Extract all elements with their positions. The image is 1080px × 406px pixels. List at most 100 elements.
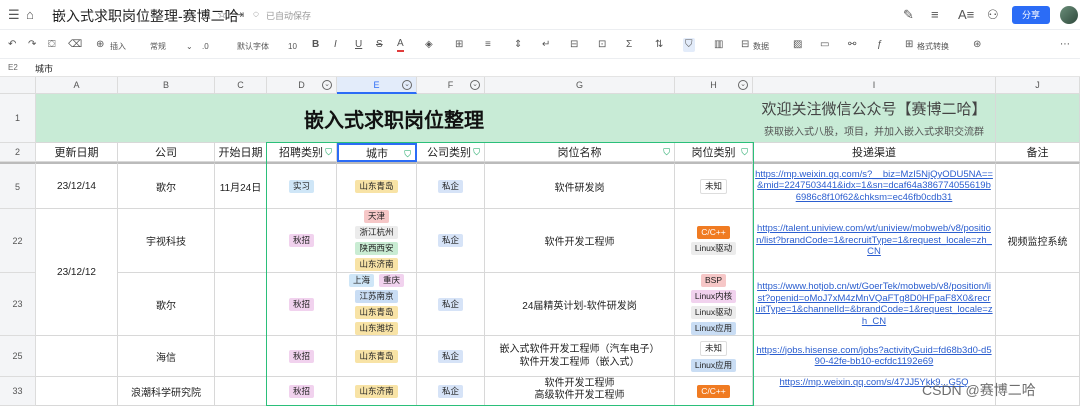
add-comment-icon[interactable]: ✎: [903, 7, 914, 23]
row-header-25[interactable]: 25: [0, 336, 36, 377]
cell-start-date[interactable]: [215, 377, 267, 406]
freeze-icon[interactable]: ⊡: [598, 38, 606, 52]
cell-company-type[interactable]: 私企: [417, 162, 485, 209]
share-button[interactable]: 分享: [1012, 6, 1050, 24]
cell-reference[interactable]: E2: [8, 63, 18, 72]
document-title[interactable]: 嵌入式求职岗位整理-赛博二哈: [52, 6, 239, 26]
insert-icon[interactable]: ⊕: [96, 38, 104, 52]
header-apply-channel[interactable]: 投递渠道: [753, 143, 996, 162]
column-header-e[interactable]: E ⌄: [337, 77, 417, 94]
menu-icon[interactable]: ☰: [8, 7, 20, 23]
cell-company[interactable]: 浪潮科学研究院: [118, 377, 215, 406]
font-color-icon[interactable]: A: [397, 38, 404, 52]
cell-company-type[interactable]: 私企: [417, 336, 485, 377]
cell-apply-link[interactable]: https://www.hotjob.cn/wt/GoerTek/mobweb/…: [753, 273, 996, 336]
star-icon[interactable]: ☆: [217, 7, 227, 23]
cell-job-category[interactable]: C/C++: [675, 377, 753, 406]
cell-city[interactable]: 山东青岛: [337, 162, 417, 209]
cell-city[interactable]: 山东青岛: [337, 336, 417, 377]
row-header-33[interactable]: 33: [0, 377, 36, 406]
filter-active-icon[interactable]: ⛉: [404, 149, 411, 160]
cell-company[interactable]: 歌尔: [118, 162, 215, 209]
italic-icon[interactable]: I: [334, 38, 337, 52]
cell-company-type[interactable]: 私企: [417, 273, 485, 336]
row-header-2[interactable]: 2: [0, 143, 36, 162]
home-icon[interactable]: ⌂: [26, 7, 34, 23]
cell-company[interactable]: 海信: [118, 336, 215, 377]
apply-link[interactable]: https://mp.weixin.qq.com/s?__biz=MzI5NjQ…: [753, 169, 995, 204]
cell-job-category[interactable]: 未知 Linux应用: [675, 336, 753, 377]
cell-date[interactable]: 23/12/14: [36, 162, 118, 209]
row-header-23[interactable]: 23: [0, 273, 36, 336]
column-header-h[interactable]: H ⌄: [675, 77, 753, 94]
select-all-corner[interactable]: [0, 77, 36, 94]
cell-job-category[interactable]: 未知: [675, 162, 753, 209]
more-icon[interactable]: ⋯: [1060, 38, 1070, 52]
cell-job-category[interactable]: C/C++ Linux驱动: [675, 209, 753, 273]
strikethrough-icon[interactable]: S: [376, 38, 383, 52]
redo-icon[interactable]: ↷: [28, 38, 36, 52]
apply-link[interactable]: https://www.hotjob.cn/wt/GoerTek/mobweb/…: [753, 281, 995, 327]
wrap-icon[interactable]: ↵: [542, 38, 550, 52]
cell-company[interactable]: 宇视科技: [118, 209, 215, 273]
decimal-button[interactable]: .0: [202, 40, 209, 54]
move-icon[interactable]: ⇥: [235, 7, 244, 23]
cell-job-title[interactable]: 软件研发岗: [485, 162, 675, 209]
header-job-title[interactable]: 岗位名称 ⛉: [485, 143, 675, 162]
user-settings-icon[interactable]: ⚇: [987, 7, 999, 23]
cell-recruit-type[interactable]: 秋招: [267, 273, 337, 336]
cell-start-date[interactable]: [215, 209, 267, 273]
cell-company-type[interactable]: 私企: [417, 377, 485, 406]
filter-icon[interactable]: ⛉: [683, 38, 695, 52]
fill-color-icon[interactable]: ◈: [425, 38, 433, 52]
cell-date[interactable]: [36, 377, 118, 406]
header-update-date[interactable]: 更新日期: [36, 143, 118, 162]
column-header-d[interactable]: D ⌄: [267, 77, 337, 94]
chevron-down-icon[interactable]: ⌄: [322, 80, 332, 90]
font-size-select[interactable]: 10: [288, 40, 297, 54]
column-header-g[interactable]: G: [485, 77, 675, 94]
header-city[interactable]: 城市 ⛉: [337, 143, 417, 162]
insert-button[interactable]: 插入: [110, 40, 126, 54]
cell-date[interactable]: [36, 336, 118, 377]
apply-link[interactable]: https://talent.uniview.com/wt/uniview/mo…: [753, 223, 995, 258]
row-header-5[interactable]: 5: [0, 162, 36, 209]
data-icon[interactable]: ⊟: [741, 38, 749, 52]
cell-recruit-type[interactable]: 实习: [267, 162, 337, 209]
column-header-f[interactable]: F ⌄: [417, 77, 485, 94]
column-header-j[interactable]: J: [996, 77, 1080, 94]
cell-apply-link[interactable]: https://talent.uniview.com/wt/uniview/mo…: [753, 209, 996, 273]
avatar[interactable]: [1060, 6, 1078, 24]
header-remark[interactable]: 备注: [996, 143, 1080, 162]
filter-icon[interactable]: ⛉: [473, 147, 480, 158]
cell-start-date[interactable]: [215, 273, 267, 336]
text-style-icon[interactable]: A≡: [958, 7, 974, 23]
column-header-a[interactable]: A: [36, 77, 118, 94]
font-select[interactable]: 默认字体: [237, 40, 269, 54]
sum-icon[interactable]: Σ: [626, 38, 632, 52]
filter-icon[interactable]: ⛉: [325, 147, 332, 158]
vertical-align-icon[interactable]: ⇕: [514, 38, 522, 52]
chart-icon[interactable]: ▥: [714, 38, 723, 52]
cell-remark[interactable]: [996, 162, 1080, 209]
row-header-22[interactable]: 22: [0, 209, 36, 273]
cell-remark[interactable]: [996, 336, 1080, 377]
number-format-select[interactable]: 常规: [150, 40, 166, 54]
border-icon[interactable]: ⊞: [455, 38, 463, 52]
formula-input[interactable]: 城市: [35, 62, 53, 75]
filter-icon[interactable]: ⛉: [741, 147, 748, 158]
plugin-icon[interactable]: ⊛: [973, 38, 981, 52]
cell-apply-link[interactable]: https://mp.weixin.qq.com/s?__biz=MzI5NjQ…: [753, 162, 996, 209]
merge-cells-icon[interactable]: ⊟: [570, 38, 578, 52]
column-header-i[interactable]: I: [753, 77, 996, 94]
cell-recruit-type[interactable]: 秋招: [267, 209, 337, 273]
chevron-down-icon[interactable]: ⌄: [470, 80, 480, 90]
cell-job-category[interactable]: BSP Linux内核 Linux驱动 Linux应用: [675, 273, 753, 336]
cell-recruit-type[interactable]: 秋招: [267, 336, 337, 377]
cell-start-date[interactable]: [215, 336, 267, 377]
sort-icon[interactable]: ⇅: [655, 38, 663, 52]
image-icon[interactable]: ▨: [793, 38, 802, 52]
column-header-c[interactable]: C: [215, 77, 267, 94]
cell-remark[interactable]: 视频监控系统: [996, 209, 1080, 273]
cell-job-title[interactable]: 软件开发工程师: [485, 209, 675, 273]
